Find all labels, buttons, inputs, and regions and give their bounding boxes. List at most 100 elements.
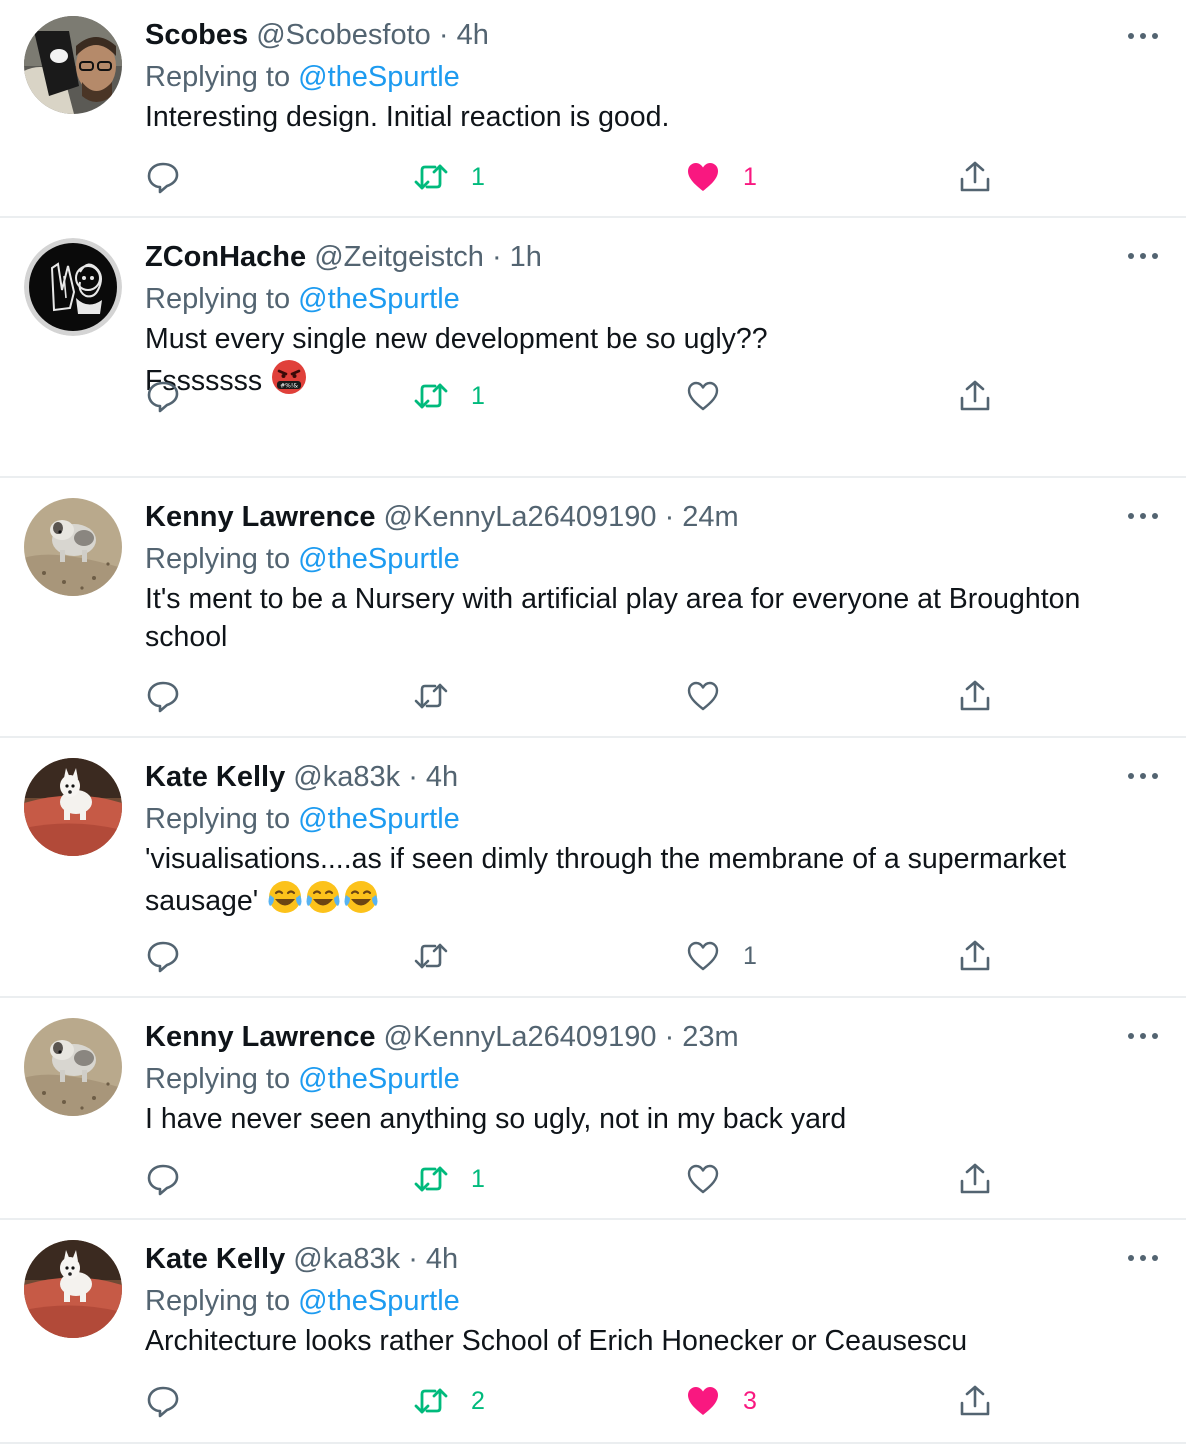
- user-handle[interactable]: @KennyLa26409190: [384, 1021, 657, 1053]
- tweet-header: Kenny Lawrence @KennyLa26409190 · 24m: [145, 500, 1164, 534]
- heart-outline-icon: [687, 681, 719, 711]
- reply-button[interactable]: [145, 1381, 181, 1421]
- tweet-header: Scobes @Scobesfoto · 4h: [145, 18, 1164, 52]
- reply-button[interactable]: [145, 1159, 181, 1199]
- tweet-actions: [145, 676, 1005, 716]
- mention-link[interactable]: @theSpurtle: [298, 283, 460, 315]
- heart-outline-icon: [687, 381, 719, 411]
- user-handle[interactable]: @Scobesfoto: [256, 19, 431, 51]
- reply-button[interactable]: [145, 376, 181, 416]
- like-button[interactable]: [685, 676, 743, 716]
- display-name[interactable]: Kenny Lawrence: [145, 501, 375, 533]
- timestamp[interactable]: 24m: [682, 501, 738, 533]
- retweet-icon: [414, 383, 448, 409]
- tears-of-joy-emoji-icon: [268, 881, 302, 913]
- user-handle[interactable]: @Zeitgeistch: [314, 241, 484, 273]
- timestamp[interactable]: 4h: [426, 1243, 458, 1275]
- display-name[interactable]: Kenny Lawrence: [145, 1021, 375, 1053]
- share-button[interactable]: [957, 1159, 993, 1199]
- retweet-button[interactable]: 1: [413, 157, 485, 197]
- like-button[interactable]: 1: [685, 157, 757, 197]
- reply-button[interactable]: [145, 936, 181, 976]
- reply-icon: [147, 941, 179, 973]
- heart-outline-icon: [687, 1164, 719, 1194]
- tweet-text-line: I have never seen anything so ugly, not …: [145, 1103, 847, 1135]
- retweet-button[interactable]: 2: [413, 1381, 485, 1421]
- separator: ·: [491, 241, 502, 273]
- retweet-button[interactable]: [413, 676, 471, 716]
- dog-on-sand-avatar-icon: [24, 498, 122, 596]
- mention-link[interactable]: @theSpurtle: [298, 803, 460, 835]
- share-button[interactable]: [957, 936, 993, 976]
- tweet[interactable]: Kate Kelly @ka83k · 4h Replying to @theS…: [0, 1220, 1186, 1444]
- tweet[interactable]: Kenny Lawrence @KennyLa26409190 · 23m Re…: [0, 998, 1186, 1220]
- display-name[interactable]: Scobes: [145, 19, 248, 51]
- avatar[interactable]: [24, 1018, 122, 1116]
- tweet-actions: 1: [145, 1159, 1005, 1199]
- retweet-icon: [414, 683, 448, 709]
- dog-on-sand-avatar-icon: [24, 1018, 122, 1116]
- retweet-button[interactable]: 1: [413, 376, 485, 416]
- separator: ·: [438, 19, 449, 51]
- tweet-actions: 1 1: [145, 157, 1005, 197]
- display-name[interactable]: Kate Kelly: [145, 761, 285, 793]
- user-handle[interactable]: @ka83k: [293, 1243, 400, 1275]
- share-button[interactable]: [957, 1381, 993, 1421]
- retweet-button[interactable]: [413, 936, 471, 976]
- like-button[interactable]: 3: [685, 1381, 757, 1421]
- mention-link[interactable]: @theSpurtle: [298, 61, 460, 93]
- tweet-text-line: It's ment to be a Nursery with artificia…: [145, 583, 1081, 653]
- replying-to-label: Replying to: [145, 61, 291, 93]
- black-white-art-avatar-icon: [24, 238, 122, 336]
- avatar[interactable]: [24, 758, 122, 856]
- timestamp[interactable]: 23m: [682, 1021, 738, 1053]
- tweet-header: ZConHache @Zeitgeistch · 1h: [145, 240, 1164, 274]
- retweet-count: 2: [471, 1386, 485, 1415]
- share-icon: [960, 380, 990, 411]
- display-name[interactable]: ZConHache: [145, 241, 306, 273]
- tweet-actions: 1: [145, 376, 1005, 416]
- replying-to: Replying to @theSpurtle: [145, 802, 1164, 836]
- avatar[interactable]: [24, 238, 122, 336]
- mention-link[interactable]: @theSpurtle: [298, 1063, 460, 1095]
- reply-icon: [147, 1386, 179, 1418]
- timestamp[interactable]: 1h: [510, 241, 542, 273]
- retweet-icon: [414, 1166, 448, 1192]
- display-name[interactable]: Kate Kelly: [145, 1243, 285, 1275]
- retweet-icon: [414, 943, 448, 969]
- timestamp[interactable]: 4h: [426, 761, 458, 793]
- like-button[interactable]: [685, 376, 743, 416]
- avatar[interactable]: [24, 16, 122, 114]
- user-handle[interactable]: @KennyLa26409190: [384, 501, 657, 533]
- tweet-actions: 1: [145, 936, 1005, 976]
- timestamp[interactable]: 4h: [457, 19, 489, 51]
- tweet[interactable]: ZConHache @Zeitgeistch · 1h Replying to …: [0, 218, 1186, 478]
- like-count: 1: [743, 162, 757, 191]
- tweet[interactable]: Scobes @Scobesfoto · 4h Replying to @the…: [0, 0, 1186, 218]
- tweet[interactable]: Kate Kelly @ka83k · 4h Replying to @theS…: [0, 738, 1186, 998]
- like-button[interactable]: [685, 1159, 743, 1199]
- tweet-text: Interesting design. Initial reaction is …: [145, 98, 1164, 136]
- share-button[interactable]: [957, 676, 993, 716]
- tweet-text: 'visualisations....as if seen dimly thro…: [145, 840, 1164, 920]
- reply-button[interactable]: [145, 676, 181, 716]
- avatar[interactable]: [24, 1240, 122, 1338]
- replying-to: Replying to @theSpurtle: [145, 282, 1164, 316]
- tweet-actions: 2 3: [145, 1381, 1005, 1421]
- replying-to-label: Replying to: [145, 803, 291, 835]
- user-handle[interactable]: @ka83k: [293, 761, 400, 793]
- tweet-header: Kate Kelly @ka83k · 4h: [145, 1242, 1164, 1276]
- replying-to-label: Replying to: [145, 1285, 291, 1317]
- avatar[interactable]: [24, 498, 122, 596]
- reply-button[interactable]: [145, 157, 181, 197]
- mention-link[interactable]: @theSpurtle: [298, 543, 460, 575]
- share-button[interactable]: [957, 376, 993, 416]
- reply-icon: [147, 681, 179, 713]
- share-button[interactable]: [957, 157, 993, 197]
- mention-link[interactable]: @theSpurtle: [298, 1285, 460, 1317]
- retweet-button[interactable]: 1: [413, 1159, 485, 1199]
- tweet[interactable]: Kenny Lawrence @KennyLa26409190 · 24m Re…: [0, 478, 1186, 738]
- dog-on-sofa-avatar-icon: [24, 1240, 122, 1338]
- reply-icon: [147, 381, 179, 413]
- like-button[interactable]: 1: [685, 936, 757, 976]
